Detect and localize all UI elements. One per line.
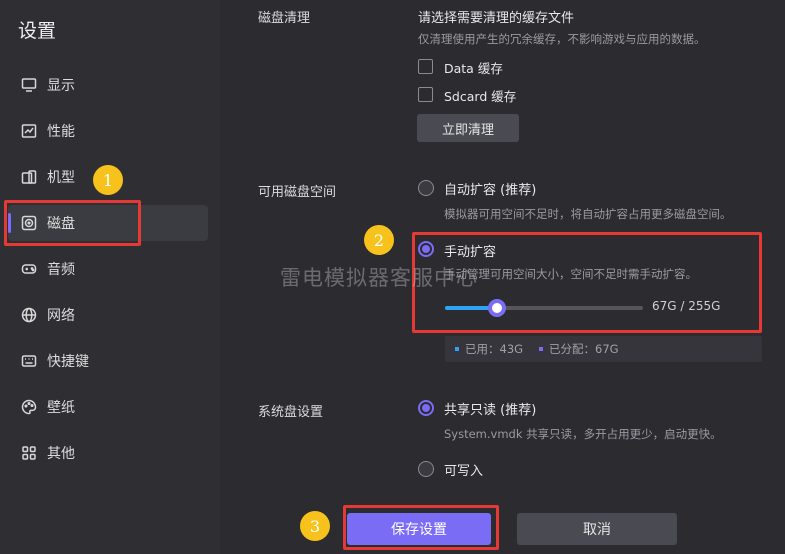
writable-label: 可写入	[444, 464, 484, 479]
sidebar-item-label: 网络	[47, 308, 75, 324]
auto-expand-note: 模拟器可用空间不足时，将自动扩容占用更多磁盘空间。	[444, 207, 732, 221]
sidebar-item-label: 快捷键	[47, 354, 89, 370]
step-badge-3: 3	[300, 511, 330, 541]
clean-now-button[interactable]: 立即清理	[417, 114, 519, 142]
disk-usage-info: 已用：43G 已分配：67G	[445, 336, 762, 362]
sidebar: 设置 显示 性能 机型 磁盘 音频 网络 快捷键 壁纸 其他	[0, 0, 220, 554]
disk-size-slider[interactable]	[445, 299, 643, 317]
sidebar-item-label: 其他	[47, 446, 75, 462]
slider-thumb[interactable]	[488, 299, 507, 317]
keyboard-icon	[20, 352, 38, 370]
sidebar-item-label: 机型	[47, 170, 75, 186]
device-model-icon	[20, 168, 38, 186]
data-cache-label: Data 缓存	[444, 61, 503, 76]
disk-clean-note: 仅清理使用产生的冗余缓存，不影响游戏与应用的数据。	[418, 32, 706, 46]
sidebar-item-display[interactable]: 显示	[8, 67, 208, 103]
sdcard-cache-label: Sdcard 缓存	[444, 89, 517, 104]
sidebar-item-label: 壁纸	[47, 400, 75, 416]
allocated-dot	[539, 347, 544, 351]
cancel-button[interactable]: 取消	[517, 513, 677, 545]
sidebar-item-label: 显示	[47, 78, 75, 94]
globe-icon	[20, 306, 38, 324]
manual-expand-note: 手动管理可用空间大小，空间不足时需手动扩容。	[444, 267, 697, 281]
sdcard-cache-checkbox[interactable]	[418, 87, 433, 102]
data-cache-checkbox[interactable]	[418, 59, 433, 74]
shared-readonly-radio[interactable]	[418, 400, 434, 416]
step-badge-1: 1	[93, 165, 123, 195]
shared-readonly-note: System.vmdk 共享只读，多开占用更少，启动更快。	[444, 427, 722, 441]
sidebar-item-label: 音频	[47, 262, 75, 278]
auto-expand-label: 自动扩容 (推荐)	[444, 183, 537, 198]
allocated-text: 已分配：67G	[549, 342, 619, 356]
writable-radio[interactable]	[418, 461, 434, 477]
disk-space-label: 可用磁盘空间	[258, 185, 337, 200]
manual-expand-radio[interactable]	[418, 241, 434, 257]
auto-expand-radio[interactable]	[418, 180, 434, 196]
sidebar-item-network[interactable]: 网络	[8, 297, 208, 333]
sidebar-title: 设置	[18, 20, 57, 42]
palette-icon	[20, 398, 38, 416]
watermark: 雷电模拟器客服中心	[280, 266, 478, 290]
sidebar-item-shortcuts[interactable]: 快捷键	[8, 343, 208, 379]
grid-icon	[20, 444, 38, 462]
sidebar-item-label: 磁盘	[47, 216, 75, 232]
disk-icon	[20, 214, 38, 232]
sidebar-item-performance[interactable]: 性能	[8, 113, 208, 149]
sidebar-item-audio[interactable]: 音频	[8, 251, 208, 287]
system-disk-label: 系统盘设置	[258, 405, 324, 420]
sidebar-item-label: 性能	[47, 124, 75, 140]
sidebar-item-wallpaper[interactable]: 壁纸	[8, 389, 208, 425]
sidebar-item-disk[interactable]: 磁盘	[8, 205, 208, 241]
monitor-icon	[20, 76, 38, 94]
shared-readonly-label: 共享只读 (推荐)	[444, 403, 537, 418]
sidebar-item-other[interactable]: 其他	[8, 435, 208, 471]
manual-expand-label: 手动扩容	[444, 245, 497, 260]
step-badge-2: 2	[364, 225, 394, 255]
gamepad-audio-icon	[20, 260, 38, 278]
used-text: 已用：43G	[465, 342, 524, 356]
disk-clean-label: 磁盘清理	[258, 11, 311, 26]
slider-value: 67G / 255G	[652, 299, 721, 313]
disk-clean-heading: 请选择需要清理的缓存文件	[418, 11, 575, 26]
performance-icon	[20, 122, 38, 140]
used-dot	[455, 347, 459, 351]
save-settings-button[interactable]: 保存设置	[347, 513, 491, 545]
